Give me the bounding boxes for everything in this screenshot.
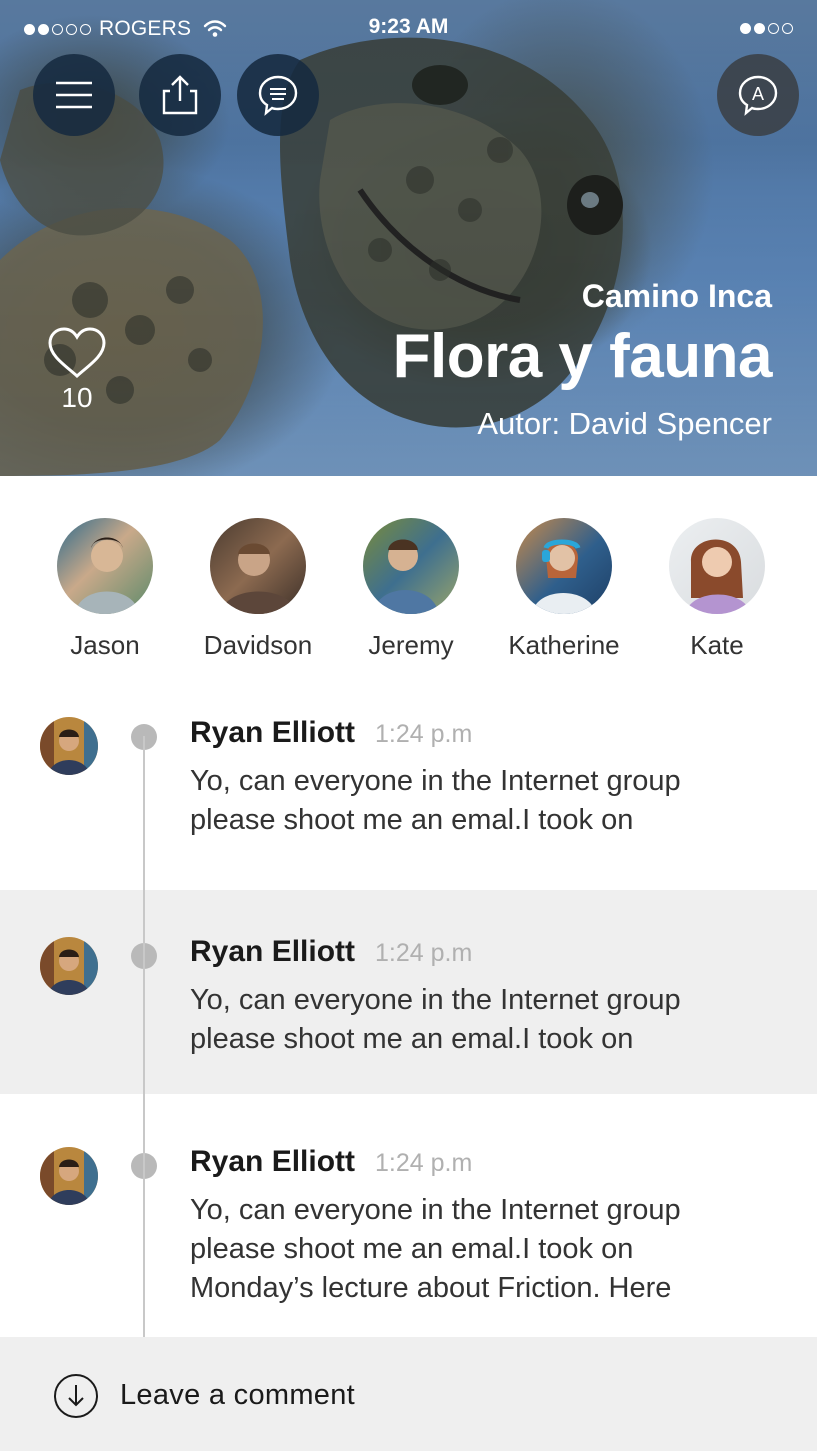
chat-button[interactable] xyxy=(237,54,319,136)
avatar xyxy=(57,518,153,614)
comment-line: please shoot me an emal.I took on xyxy=(190,804,634,836)
participant-name: Davidson xyxy=(203,630,313,660)
commenter-avatar[interactable] xyxy=(40,717,98,775)
like-count: 10 xyxy=(61,382,93,413)
menu-button[interactable] xyxy=(33,54,115,136)
leave-comment-label[interactable]: Leave a comment xyxy=(120,1379,355,1412)
share-icon xyxy=(162,75,198,115)
participant-name: Jeremy xyxy=(368,630,454,660)
participant-name: Kate xyxy=(690,630,744,660)
comment-line: Yo, can everyone in the Internet group xyxy=(190,1194,681,1226)
battery-icon xyxy=(740,23,793,34)
menu-icon xyxy=(56,81,92,109)
commenter-avatar[interactable] xyxy=(40,1147,98,1205)
comment-feed: Ryan Elliott 1:24 p.m Yo, can everyone i… xyxy=(0,676,817,1337)
hero-text: Camino Inca Flora y fauna Autor: David S… xyxy=(392,278,773,442)
comment-time: 1:24 p.m xyxy=(375,720,473,748)
comment-header: Ryan Elliott 1:24 p.m xyxy=(190,1145,472,1179)
participant-name: Jason xyxy=(70,630,140,660)
leave-comment-bar[interactable]: Leave a comment xyxy=(0,1337,817,1451)
participant-jason[interactable]: Jason xyxy=(35,518,175,661)
participant-jeremy[interactable]: Jeremy xyxy=(341,518,481,661)
participant-katherine[interactable]: Katherine xyxy=(494,518,634,661)
comment-item[interactable]: Ryan Elliott 1:24 p.m Yo, can everyone i… xyxy=(0,890,817,1094)
like-button[interactable]: 10 xyxy=(44,326,110,414)
avatar xyxy=(516,518,612,614)
comment-line: Yo, can everyone in the Internet group xyxy=(190,765,681,797)
comment-author: Ryan Elliott xyxy=(190,935,356,968)
comment-item[interactable]: Ryan Elliott 1:24 p.m Yo, can everyone i… xyxy=(0,676,817,890)
hero-author: Autor: David Spencer xyxy=(477,406,772,441)
profile-letter: A xyxy=(752,84,764,104)
avatar xyxy=(669,518,765,614)
chat-icon xyxy=(258,75,298,116)
participants-row: Jason Davidson Jeremy Katherine Kate xyxy=(0,476,817,676)
avatar xyxy=(210,518,306,614)
comment-line: Yo, can everyone in the Internet group xyxy=(190,984,681,1016)
hero-subtitle: Camino Inca xyxy=(581,278,772,314)
participant-davidson[interactable]: Davidson xyxy=(188,518,328,661)
comment-item[interactable]: Ryan Elliott 1:24 p.m Yo, can everyone i… xyxy=(0,1094,817,1337)
comment-text: Yo, can everyone in the Internet group p… xyxy=(190,762,750,840)
comment-text: Yo, can everyone in the Internet group p… xyxy=(190,981,750,1059)
profile-button[interactable]: A xyxy=(717,54,799,136)
comment-line: please shoot me an emal.I took on xyxy=(190,1233,634,1265)
comment-header: Ryan Elliott 1:24 p.m xyxy=(190,716,472,750)
hero-banner: ROGERS 9:23 AM A 10 Camino Inca Flora y … xyxy=(0,0,817,476)
comment-author: Ryan Elliott xyxy=(190,1145,356,1178)
hero-title: Flora y fauna xyxy=(392,322,773,391)
avatar xyxy=(363,518,459,614)
comment-time: 1:24 p.m xyxy=(375,1149,473,1177)
comment-time: 1:24 p.m xyxy=(375,939,473,967)
comment-header: Ryan Elliott 1:24 p.m xyxy=(190,935,472,969)
participant-name: Katherine xyxy=(508,630,620,660)
comment-text: Yo, can everyone in the Internet group p… xyxy=(190,1191,750,1308)
arrow-down-circle-icon xyxy=(54,1374,98,1418)
share-button[interactable] xyxy=(139,54,221,136)
status-time: 9:23 AM xyxy=(368,15,449,38)
comment-author: Ryan Elliott xyxy=(190,716,356,749)
timeline-line xyxy=(143,736,145,1337)
status-bar: ROGERS 9:23 AM xyxy=(0,0,817,56)
profile-bubble-icon: A xyxy=(738,75,778,116)
commenter-avatar[interactable] xyxy=(40,937,98,995)
participant-kate[interactable]: Kate xyxy=(647,518,787,661)
comment-line: please shoot me an emal.I took on xyxy=(190,1023,634,1055)
heart-icon xyxy=(48,327,106,379)
comment-line: Monday’s lecture about Friction. Here xyxy=(190,1272,672,1304)
